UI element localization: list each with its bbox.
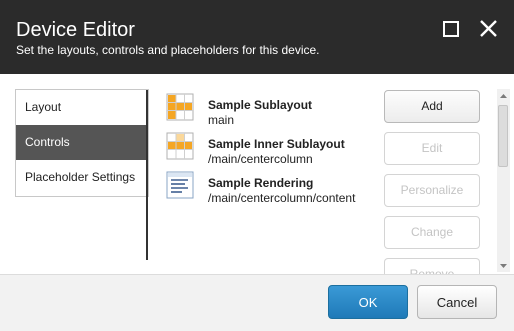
edit-button[interactable]: Edit — [384, 132, 480, 165]
remove-button[interactable]: Remove — [384, 258, 480, 274]
control-name: Sample Inner Sublayout — [208, 137, 345, 151]
dialog-header: Device Editor Set the layouts, controls … — [0, 0, 514, 74]
add-button[interactable]: Add — [384, 90, 480, 123]
cancel-button[interactable]: Cancel — [417, 285, 497, 319]
scroll-up-arrow-icon[interactable] — [497, 89, 510, 101]
inner-sublayout-icon — [166, 132, 194, 160]
control-path: /main/centercolumn — [208, 152, 313, 166]
control-path: /main/centercolumn/content — [208, 191, 356, 205]
sublayout-icon — [166, 93, 194, 121]
close-icon[interactable] — [479, 19, 498, 38]
rendering-icon — [166, 171, 194, 199]
panel-divider — [146, 90, 148, 260]
tab-list: Layout Controls Placeholder Settings — [15, 89, 149, 197]
vertical-scrollbar[interactable] — [497, 89, 510, 272]
scroll-down-arrow-icon[interactable] — [497, 259, 510, 271]
control-item-sample-rendering[interactable]: Sample Rendering /main/centercolumn/cont… — [166, 171, 376, 207]
control-item-sample-inner-sublayout[interactable]: Sample Inner Sublayout /main/centercolum… — [166, 132, 376, 168]
ok-button[interactable]: OK — [328, 285, 408, 319]
control-name: Sample Rendering — [208, 176, 314, 190]
tab-controls[interactable]: Controls — [16, 125, 148, 160]
scrollbar-thumb[interactable] — [498, 105, 508, 167]
tab-placeholder-settings[interactable]: Placeholder Settings — [16, 160, 148, 196]
maximize-icon[interactable] — [443, 21, 459, 37]
device-editor-dialog: Device Editor Set the layouts, controls … — [0, 0, 514, 331]
personalize-button[interactable]: Personalize — [384, 174, 480, 207]
dialog-footer: OK Cancel — [0, 274, 514, 331]
dialog-body: Layout Controls Placeholder Settings Sam… — [0, 74, 514, 274]
change-button[interactable]: Change — [384, 216, 480, 249]
control-name: Sample Sublayout — [208, 98, 313, 112]
tab-layout[interactable]: Layout — [16, 90, 148, 125]
dialog-subtitle: Set the layouts, controls and placeholde… — [16, 43, 320, 57]
control-path: main — [208, 113, 235, 127]
control-item-sample-sublayout[interactable]: Sample Sublayout main — [166, 93, 376, 129]
dialog-title: Device Editor — [16, 19, 135, 41]
